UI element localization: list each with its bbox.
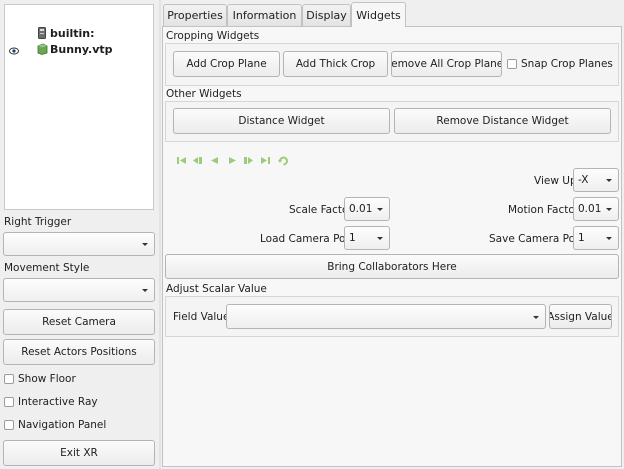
loop-icon[interactable] — [278, 155, 289, 166]
save-camera-pose-select[interactable]: 1 — [573, 226, 619, 250]
load-camera-pose-value: 1 — [349, 232, 356, 244]
snap-crop-planes-label: Snap Crop Planes — [521, 58, 613, 70]
next-frame-icon[interactable] — [243, 155, 254, 166]
tree-child-label[interactable]: Bunny.vtp — [50, 43, 113, 56]
tab-information[interactable]: Information — [227, 4, 302, 26]
last-frame-icon[interactable] — [260, 155, 271, 166]
reset-camera-button[interactable]: Reset Camera — [3, 309, 155, 335]
play-backward-icon[interactable] — [209, 155, 220, 166]
eye-icon[interactable] — [9, 46, 19, 55]
motion-factor-select[interactable]: 0.01 — [573, 197, 619, 221]
tab-display[interactable]: Display — [302, 4, 351, 26]
chevron-down-icon — [142, 243, 148, 246]
chevron-down-icon — [606, 179, 612, 182]
view-up-select[interactable]: -X — [573, 168, 619, 192]
tab-properties[interactable]: Properties — [163, 4, 227, 26]
field-value-select[interactable] — [226, 304, 546, 329]
scalar-section-title: Adjust Scalar Value — [166, 283, 267, 295]
field-value-label: Field Value — [173, 311, 230, 323]
right-trigger-label: Right Trigger — [4, 216, 72, 228]
show-floor-checkbox[interactable]: Show Floor — [4, 373, 76, 385]
save-camera-pose-value: 1 — [578, 232, 585, 244]
movement-style-label: Movement Style — [4, 262, 90, 274]
snap-crop-planes-checkbox[interactable]: Snap Crop Planes — [507, 58, 613, 70]
show-floor-label: Show Floor — [18, 373, 76, 385]
cropping-section-title: Cropping Widgets — [166, 30, 260, 42]
tree-root-label[interactable]: builtin: — [50, 27, 95, 40]
motion-factor-label: Motion Factor — [508, 204, 580, 216]
navigation-panel-label: Navigation Panel — [18, 419, 107, 431]
scale-factor-value: 0.01 — [349, 203, 373, 215]
checkbox-box[interactable] — [4, 374, 14, 384]
navigation-panel-checkbox[interactable]: Navigation Panel — [4, 419, 106, 431]
pipeline-browser[interactable]: builtin: Bunny.vtp — [4, 4, 154, 210]
server-icon — [38, 27, 46, 39]
tab-widgets[interactable]: Widgets — [351, 2, 406, 27]
load-camera-pose-label: Load Camera Pose — [260, 233, 358, 245]
interactive-ray-checkbox[interactable]: Interactive Ray — [4, 396, 98, 408]
play-icon[interactable] — [227, 155, 238, 166]
reset-actors-button[interactable]: Reset Actors Positions — [3, 339, 155, 365]
view-up-value: -X — [578, 174, 589, 186]
panel-splitter[interactable] — [159, 0, 161, 469]
checkbox-box[interactable] — [4, 397, 14, 407]
chevron-down-icon — [377, 237, 383, 240]
dataset-icon — [37, 43, 48, 55]
exit-xr-button[interactable]: Exit XR — [3, 440, 155, 466]
movement-style-select[interactable] — [3, 278, 155, 302]
assign-value-button[interactable]: Assign Value — [549, 304, 612, 329]
scale-factor-select[interactable]: 0.01 — [344, 197, 390, 221]
remove-distance-widget-button[interactable]: Remove Distance Widget — [394, 108, 611, 134]
distance-widget-button[interactable]: Distance Widget — [173, 108, 390, 134]
right-trigger-select[interactable] — [3, 232, 155, 256]
add-thick-crop-button[interactable]: Add Thick Crop — [283, 51, 388, 77]
load-camera-pose-select[interactable]: 1 — [344, 226, 390, 250]
interactive-ray-label: Interactive Ray — [18, 396, 98, 408]
remove-all-crop-planes-button[interactable]: Remove All Crop Planes — [391, 51, 502, 77]
chevron-down-icon — [533, 315, 539, 319]
checkbox-box[interactable] — [507, 59, 517, 69]
first-frame-icon[interactable] — [176, 155, 187, 166]
motion-factor-value: 0.01 — [578, 203, 602, 215]
add-crop-plane-button[interactable]: Add Crop Plane — [173, 51, 280, 77]
chevron-down-icon — [606, 237, 612, 240]
bring-collaborators-button[interactable]: Bring Collaborators Here — [165, 254, 619, 279]
checkbox-box[interactable] — [4, 420, 14, 430]
chevron-down-icon — [606, 208, 612, 211]
chevron-down-icon — [377, 208, 383, 211]
chevron-down-icon — [142, 289, 148, 292]
other-section-title: Other Widgets — [166, 88, 242, 100]
view-up-label: View Up — [534, 175, 577, 187]
previous-frame-icon[interactable] — [192, 155, 203, 166]
